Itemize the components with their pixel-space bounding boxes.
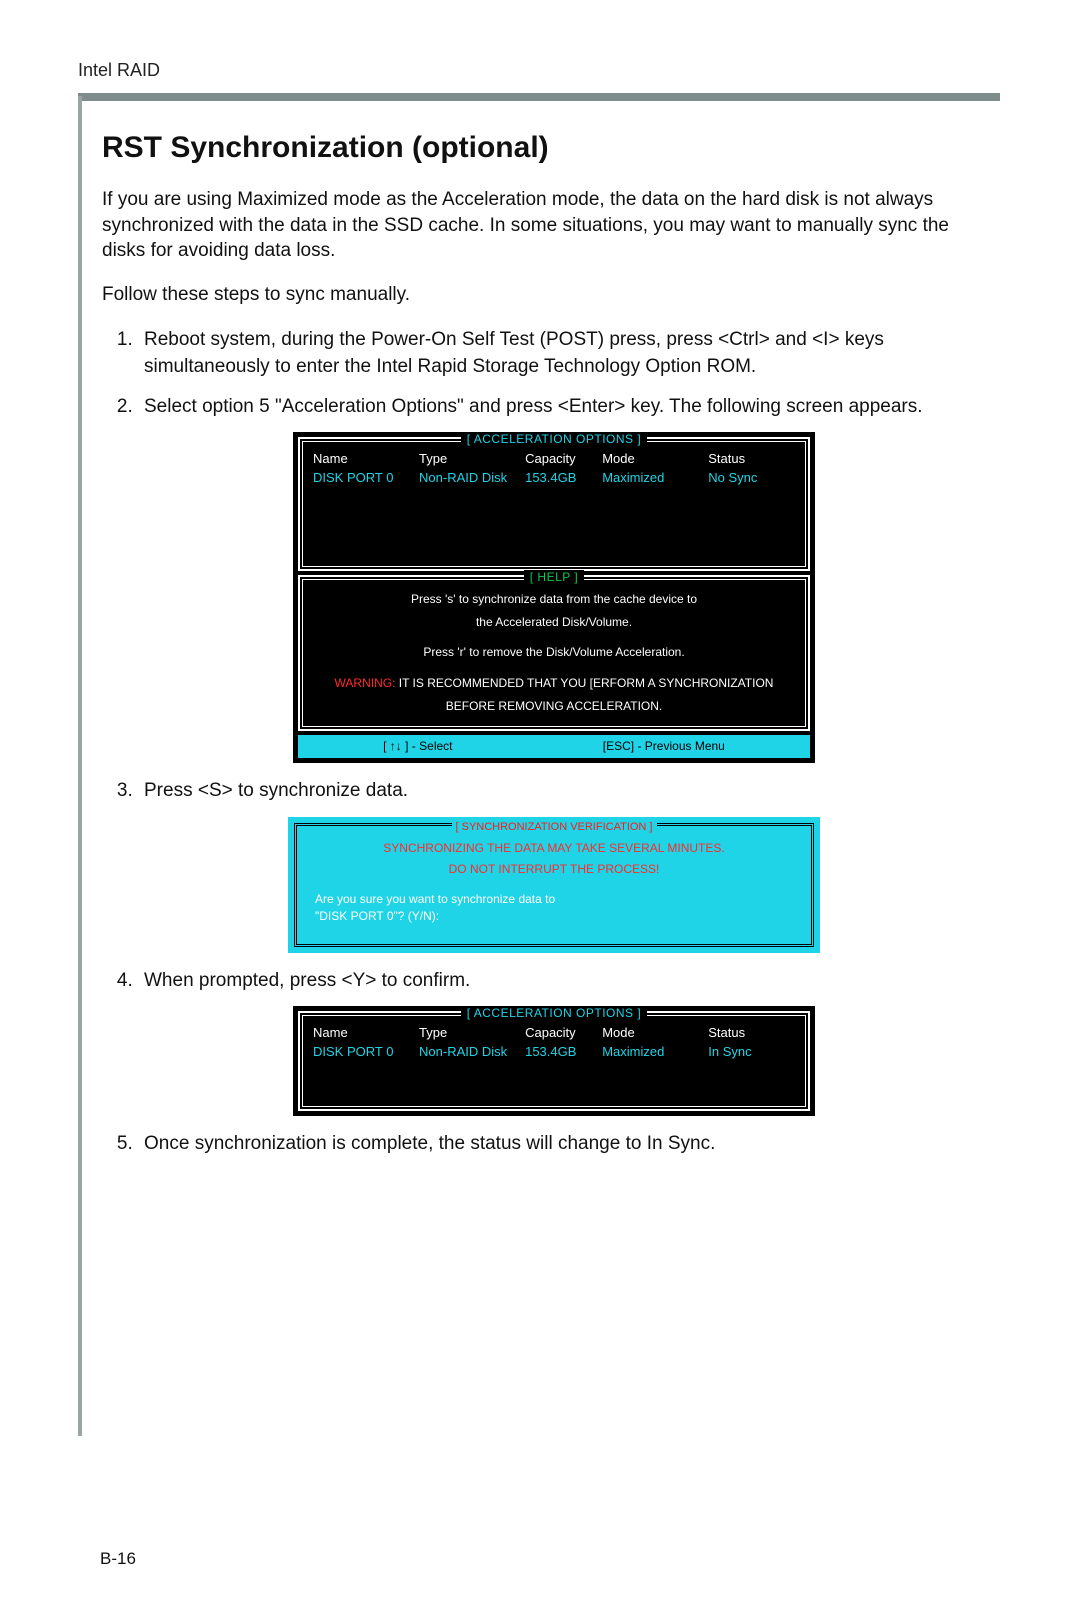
table-row: DISK PORT 0 Non-RAID Disk 153.4GB Maximi…	[313, 1043, 795, 1062]
warning-label: WARNING:	[335, 676, 396, 690]
panel-title: [ SYNCHRONIZATION VERIFICATION ]	[297, 818, 811, 836]
panel-title: [ ACCELERATION OPTIONS ]	[300, 1005, 808, 1022]
help-line: Press 'r' to remove the Disk/Volume Acce…	[313, 641, 795, 664]
panel-title: [ ACCELERATION OPTIONS ]	[300, 431, 808, 448]
table-header-row: Name Type Capacity Mode Status	[313, 1024, 795, 1043]
bios-screen-sync-verification: [ SYNCHRONIZATION VERIFICATION ] SYNCHRO…	[288, 817, 820, 953]
footer-bar: [ ↑↓ ] - Select [ESC] - Previous Menu	[298, 735, 810, 758]
col-mode: Mode	[602, 1024, 708, 1043]
step-1: Reboot system, during the Power-On Self …	[138, 326, 970, 381]
panel-title: [ HELP ]	[300, 569, 808, 586]
col-status: Status	[708, 450, 795, 469]
step-4: When prompted, press <Y> to confirm.	[138, 967, 970, 995]
cell-capacity: 153.4GB	[525, 1043, 602, 1062]
panel-title-text: [ HELP ]	[524, 570, 584, 584]
sync-prompt-line: "DISK PORT 0"? (Y/N):	[315, 908, 793, 925]
cell-status: In Sync	[708, 1043, 795, 1062]
follow-paragraph: Follow these steps to sync manually.	[102, 282, 970, 308]
col-name: Name	[313, 450, 419, 469]
panel-title-text: [ ACCELERATION OPTIONS ]	[461, 432, 647, 446]
cell-status: No Sync	[708, 469, 795, 488]
content: RST Synchronization (optional) If you ar…	[102, 101, 970, 1158]
step-2: Select option 5 "Acceleration Options" a…	[138, 393, 970, 421]
page-title: RST Synchronization (optional)	[102, 131, 970, 165]
col-type: Type	[419, 450, 525, 469]
col-name: Name	[313, 1024, 419, 1043]
sync-prompt-line: Are you sure you want to synchronize dat…	[315, 891, 793, 908]
cell-name: DISK PORT 0	[313, 469, 419, 488]
sync-warn-line: SYNCHRONIZING THE DATA MAY TAKE SEVERAL …	[315, 838, 793, 860]
running-head: Intel RAID	[78, 60, 1000, 81]
panel-help: [ HELP ] Press 's' to synchronize data f…	[298, 575, 810, 731]
cell-mode: Maximized	[602, 469, 708, 488]
cell-type: Non-RAID Disk	[419, 1043, 525, 1062]
panel-title-text: [ SYNCHRONIZATION VERIFICATION ]	[452, 821, 657, 833]
col-type: Type	[419, 1024, 525, 1043]
cell-name: DISK PORT 0	[313, 1043, 419, 1062]
help-line: BEFORE REMOVING ACCELERATION.	[313, 695, 795, 718]
vertical-rule	[78, 96, 82, 1436]
table-row: DISK PORT 0 Non-RAID Disk 153.4GB Maximi…	[313, 469, 795, 488]
help-warning: WARNING: IT IS RECOMMENDED THAT YOU [ERF…	[313, 672, 795, 695]
col-status: Status	[708, 1024, 795, 1043]
page: Intel RAID RST Synchronization (optional…	[0, 0, 1080, 1619]
header-rule	[78, 93, 1000, 101]
table-header-row: Name Type Capacity Mode Status	[313, 450, 795, 469]
panel-accel: [ ACCELERATION OPTIONS ] Name Type Capac…	[298, 1011, 810, 1111]
steps-list: Reboot system, during the Power-On Self …	[102, 326, 970, 1158]
cell-mode: Maximized	[602, 1043, 708, 1062]
step-3: Press <S> to synchronize data.	[138, 777, 970, 805]
col-capacity: Capacity	[525, 1024, 602, 1043]
page-number: B-16	[100, 1549, 136, 1569]
cell-capacity: 153.4GB	[525, 469, 602, 488]
sync-warn-line: DO NOT INTERRUPT THE PROCESS!	[315, 859, 793, 881]
step-5: Once synchronization is complete, the st…	[138, 1130, 970, 1158]
bios-screen-acceleration-options-after: [ ACCELERATION OPTIONS ] Name Type Capac…	[293, 1006, 815, 1116]
help-line: Press 's' to synchronize data from the c…	[313, 588, 795, 611]
panel-accel: [ ACCELERATION OPTIONS ] Name Type Capac…	[298, 437, 810, 571]
warning-text: IT IS RECOMMENDED THAT YOU [ERFORM A SYN…	[395, 676, 773, 690]
footer-esc-hint: [ESC] - Previous Menu	[603, 738, 725, 755]
intro-paragraph: If you are using Maximized mode as the A…	[102, 187, 970, 264]
bios-screen-acceleration-options: [ ACCELERATION OPTIONS ] Name Type Capac…	[293, 432, 815, 763]
cell-type: Non-RAID Disk	[419, 469, 525, 488]
col-mode: Mode	[602, 450, 708, 469]
col-capacity: Capacity	[525, 450, 602, 469]
help-line: the Accelerated Disk/Volume.	[313, 611, 795, 634]
panel-title-text: [ ACCELERATION OPTIONS ]	[461, 1006, 647, 1020]
footer-select-hint: [ ↑↓ ] - Select	[383, 738, 452, 755]
